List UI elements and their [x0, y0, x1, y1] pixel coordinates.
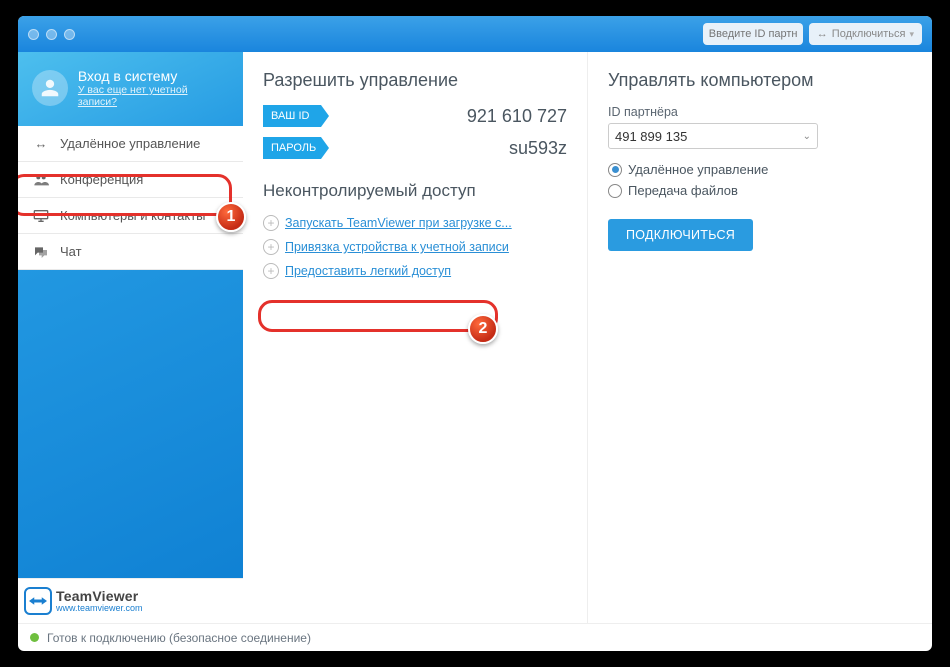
password-tag: ПАРОЛЬ [263, 137, 329, 159]
plus-icon: + [263, 239, 279, 255]
login-subtitle[interactable]: У вас еще нет учетной записи? [78, 84, 229, 108]
sidebar: Вход в систему У вас еще нет учетной зап… [18, 52, 243, 623]
nav-meeting[interactable]: Конференция [18, 162, 243, 198]
nav-remote-control[interactable]: ↔ Удалённое управление [18, 126, 243, 162]
traffic-lights [28, 29, 75, 40]
radio-label: Удалённое управление [628, 162, 768, 177]
swap-icon: ↔ [32, 136, 50, 151]
partner-id-label: ID партнёра [608, 105, 912, 119]
brand-logo[interactable]: TeamViewer www.teamviewer.com [24, 587, 143, 615]
radio-label: Передача файлов [628, 183, 738, 198]
swap-icon: ↔ [817, 28, 828, 40]
nav-chat[interactable]: Чат [18, 234, 243, 270]
nav-label: Компьютеры и контакты [60, 208, 206, 223]
chevron-down-icon: ⌄ [803, 131, 811, 142]
unattended-link-assign[interactable]: + Привязка устройства к учетной записи [263, 235, 567, 259]
app-window: ↔ Подключиться ▾ Вход в систему У вас ещ… [18, 16, 932, 651]
user-icon [39, 77, 61, 99]
plus-icon: + [263, 215, 279, 231]
radio-icon [608, 163, 622, 177]
link-text[interactable]: Запускать TeamViewer при загрузке с... [285, 216, 512, 230]
plus-icon: + [263, 263, 279, 279]
unattended-links: + Запускать TeamViewer при загрузке с...… [263, 211, 567, 283]
titlebar-connect-label: Подключиться [832, 28, 906, 40]
people-icon [32, 173, 50, 187]
radio-remote-control[interactable]: Удалённое управление [608, 159, 912, 180]
radio-icon [608, 184, 622, 198]
password-value[interactable]: su593z [509, 138, 567, 159]
nav-label: Чат [60, 244, 82, 259]
your-id-row: ВАШ ID 921 610 727 [263, 105, 567, 127]
close-dot[interactable] [28, 29, 39, 40]
partner-id-value: 491 899 135 [615, 129, 687, 144]
status-bar: Готов к подключению (безопасное соединен… [18, 623, 932, 651]
allow-heading: Разрешить управление [263, 70, 567, 91]
unattended-link-easy-access[interactable]: + Предоставить легкий доступ [263, 259, 567, 283]
brand-url[interactable]: www.teamviewer.com [56, 604, 143, 613]
login-block[interactable]: Вход в систему У вас еще нет учетной зап… [18, 52, 243, 126]
status-text: Готов к подключению (безопасное соединен… [47, 631, 311, 645]
password-row: ПАРОЛЬ su593z [263, 137, 567, 159]
brand-name: TeamViewer [56, 589, 143, 604]
connect-button[interactable]: ПОДКЛЮЧИТЬСЯ [608, 219, 753, 251]
control-computer-panel: Управлять компьютером ID партнёра 491 89… [587, 52, 932, 623]
chevron-down-icon: ▾ [909, 29, 914, 40]
zoom-dot[interactable] [64, 29, 75, 40]
radio-file-transfer[interactable]: Передача файлов [608, 180, 912, 201]
sidebar-nav: ↔ Удалённое управление Конференция Компь… [18, 126, 243, 270]
unattended-link-startup[interactable]: + Запускать TeamViewer при загрузке с... [263, 211, 567, 235]
titlebar-connect-button[interactable]: ↔ Подключиться ▾ [809, 23, 922, 45]
titlebar: ↔ Подключиться ▾ [18, 16, 932, 52]
login-title: Вход в систему [78, 68, 229, 84]
allow-control-panel: Разрешить управление ВАШ ID 921 610 727 … [243, 52, 587, 623]
teamviewer-icon [24, 587, 52, 615]
your-id-value[interactable]: 921 610 727 [467, 106, 567, 127]
status-indicator-icon [30, 633, 39, 642]
main-panels: Разрешить управление ВАШ ID 921 610 727 … [243, 52, 932, 623]
your-id-tag: ВАШ ID [263, 105, 329, 127]
control-heading: Управлять компьютером [608, 70, 912, 91]
sidebar-footer: TeamViewer www.teamviewer.com [18, 578, 243, 623]
unattended-heading: Неконтролируемый доступ [263, 181, 567, 201]
partner-id-quick-input[interactable] [703, 23, 803, 45]
nav-computers-contacts[interactable]: Компьютеры и контакты [18, 198, 243, 234]
monitor-icon [32, 209, 50, 223]
avatar [32, 70, 68, 106]
minimize-dot[interactable] [46, 29, 57, 40]
nav-label: Удалённое управление [60, 136, 200, 151]
content-area: Вход в систему У вас еще нет учетной зап… [18, 52, 932, 623]
partner-id-combo[interactable]: 491 899 135 ⌄ [608, 123, 818, 149]
nav-label: Конференция [60, 172, 143, 187]
link-text[interactable]: Привязка устройства к учетной записи [285, 240, 509, 254]
link-text[interactable]: Предоставить легкий доступ [285, 264, 451, 278]
chat-icon [32, 245, 50, 259]
